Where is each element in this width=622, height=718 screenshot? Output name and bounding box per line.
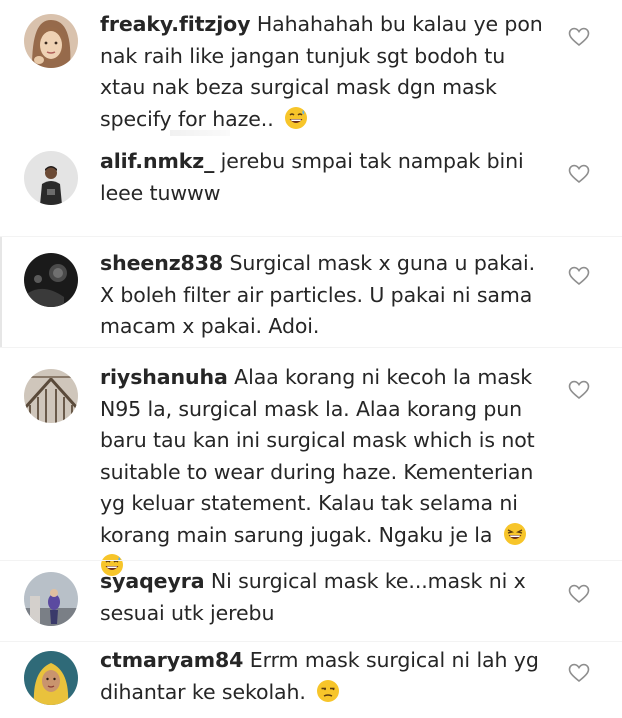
divider xyxy=(0,641,622,642)
comment-body-line: macam x pakai. Adoi. xyxy=(100,314,320,338)
laughing-face-icon xyxy=(503,522,526,545)
divider xyxy=(170,130,230,136)
comment-body-line: korang main sarung jugak. Ngaku je la xyxy=(100,522,493,547)
comment-username[interactable]: sheenz838 xyxy=(100,251,223,275)
comment-body-line: baru tau kan ini surgical mask which is … xyxy=(100,428,535,452)
comment-body-line: N95 la, surgical mask la. Alaa korang pu… xyxy=(100,396,523,421)
comment-text: freaky.fitzjoy Hahahahah bu kalau ye pon… xyxy=(100,9,550,135)
user-avatar-building-icon xyxy=(24,369,78,423)
comment-username[interactable]: syaqeyra xyxy=(100,569,205,593)
divider xyxy=(0,236,622,237)
comment-body-line: xtau nak beza surgical mask dgn mask xyxy=(100,75,497,99)
heart-icon[interactable] xyxy=(568,584,590,604)
comment-text: sheenz838 Surgical mask x guna u pakai. … xyxy=(100,248,550,343)
divider xyxy=(0,560,622,561)
comment-body-line: sesuai utk jerebu xyxy=(100,600,275,625)
user-avatar-dark-icon xyxy=(24,253,78,307)
comment-text: ctmaryam84 Errm mask surgical ni lah yg … xyxy=(100,645,550,708)
comment-body-line: dihantar ke sekolah. xyxy=(100,679,306,704)
comment-body-line: leee tuwww xyxy=(100,180,221,205)
comment-text: syaqeyra Ni surgical mask ke...mask ni x… xyxy=(100,566,550,629)
comment-body-line: specify for haze.. xyxy=(100,106,274,131)
user-avatar-man-icon xyxy=(24,151,78,205)
user-avatar-outdoor-icon xyxy=(24,572,78,626)
comment-body-line: Ni surgical mask ke...mask ni x xyxy=(210,569,526,593)
comment-text: riyshanuha Alaa korang ni kecoh la mask … xyxy=(100,362,550,583)
comment-body-line: suitable to wear during haze. Kementeria… xyxy=(100,459,534,484)
comment-body-line: jerebu smpai tak nampak bini xyxy=(220,149,524,173)
heart-icon[interactable] xyxy=(568,27,590,47)
avatar[interactable] xyxy=(24,253,78,307)
avatar[interactable] xyxy=(24,14,78,68)
heart-icon[interactable] xyxy=(568,266,590,286)
comment-body-line: nak raih like jangan tunjuk sgt bodoh tu xyxy=(100,43,506,68)
comment-body-line: Alaa korang ni kecoh la mask xyxy=(234,365,533,389)
avatar[interactable] xyxy=(24,572,78,626)
heart-icon[interactable] xyxy=(568,380,590,400)
grinning-sweat-face-icon xyxy=(285,106,308,129)
avatar[interactable] xyxy=(24,369,78,423)
comment-body-line: Errm mask surgical ni lah yg xyxy=(249,648,539,672)
unamused-face-icon xyxy=(317,679,340,702)
comment-username[interactable]: freaky.fitzjoy xyxy=(100,12,251,36)
avatar[interactable] xyxy=(24,151,78,205)
heart-icon[interactable] xyxy=(568,663,590,683)
comment-body-line: X boleh filter air particles. U pakai ni… xyxy=(100,282,533,307)
avatar[interactable] xyxy=(24,651,78,705)
heart-icon[interactable] xyxy=(568,164,590,184)
comment-username[interactable]: ctmaryam84 xyxy=(100,648,243,672)
comment-username[interactable]: alif.nmkz_ xyxy=(100,149,214,173)
divider xyxy=(0,347,622,348)
comment-username[interactable]: riyshanuha xyxy=(100,365,228,389)
comment-body-line: Hahahahah bu kalau ye pon xyxy=(256,12,543,36)
comment-body-line: yg keluar statement. Kalau tak selama ni xyxy=(100,491,518,515)
divider xyxy=(0,237,2,347)
user-avatar-woman-icon xyxy=(24,14,78,68)
user-avatar-hijab-icon xyxy=(24,651,78,705)
comment-text: alif.nmkz_ jerebu smpai tak nampak bini … xyxy=(100,146,550,209)
comment-body-line: Surgical mask x guna u pakai. xyxy=(229,251,536,275)
